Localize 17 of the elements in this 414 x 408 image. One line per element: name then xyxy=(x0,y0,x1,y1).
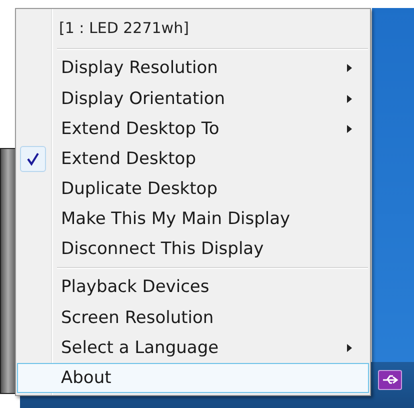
menu-item[interactable]: Display Orientation xyxy=(17,83,369,114)
menu-item[interactable]: Screen Resolution xyxy=(17,302,369,333)
menu-item[interactable]: Disconnect This Display xyxy=(17,234,369,264)
menu-item[interactable]: Display Resolution xyxy=(17,53,369,84)
menu-item[interactable]: Select a Language xyxy=(17,332,369,363)
submenu-arrow-icon xyxy=(347,344,352,352)
submenu-arrow-icon xyxy=(347,94,352,103)
menu-item[interactable]: About xyxy=(17,362,369,393)
usb-icon[interactable] xyxy=(378,370,402,390)
menu-item[interactable]: Extend Desktop xyxy=(17,144,369,174)
menu-item[interactable]: Playback Devices xyxy=(17,272,369,303)
menu-header: [1 : LED 2271wh] xyxy=(58,18,190,40)
submenu-arrow-icon xyxy=(347,124,352,133)
menu-item[interactable]: Extend Desktop To xyxy=(17,114,369,144)
menu-item[interactable]: Make This My Main Display xyxy=(17,204,369,234)
menu-item[interactable]: Duplicate Desktop xyxy=(17,174,369,204)
submenu-arrow-icon xyxy=(347,64,352,72)
